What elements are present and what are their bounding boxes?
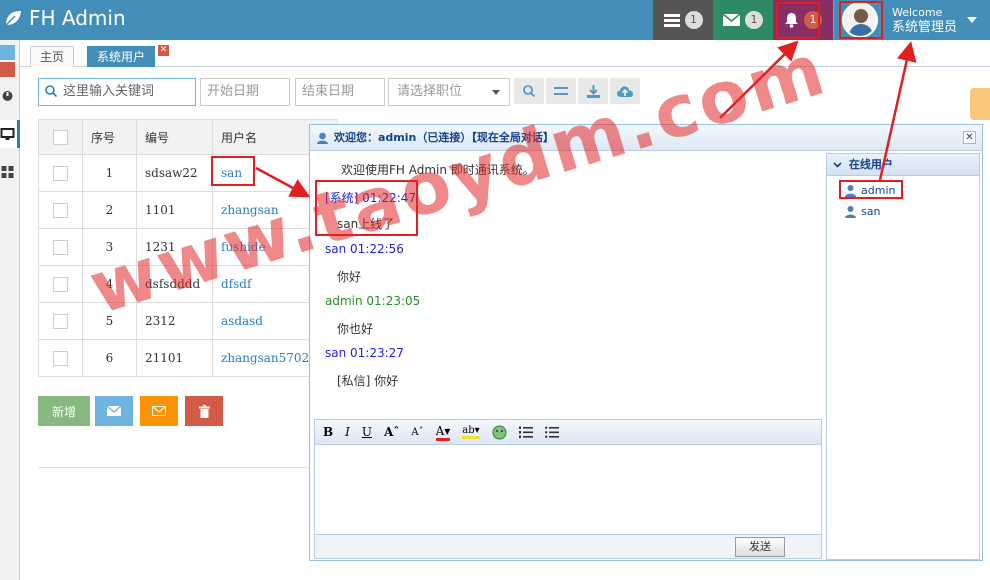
- chat-message-header: san 01:23:27: [325, 346, 404, 360]
- annotation-box-admin: [839, 180, 903, 199]
- close-icon[interactable]: ✕: [963, 131, 976, 144]
- welcome-label: Welcome: [892, 6, 943, 19]
- online-users-title: 在线用户: [827, 154, 979, 176]
- row-checkbox[interactable]: [53, 165, 68, 181]
- tasks-menu[interactable]: 1: [653, 0, 713, 40]
- start-date-input[interactable]: 开始日期: [200, 78, 290, 106]
- close-tab-icon[interactable]: ✕: [158, 45, 169, 56]
- tab-system-users[interactable]: 系统用户: [87, 46, 156, 67]
- person-icon: [845, 206, 856, 218]
- tab-home[interactable]: 主页: [30, 46, 75, 67]
- font-size-down-button[interactable]: Aˇ: [411, 427, 423, 438]
- tasks-icon: [663, 13, 680, 27]
- message-editor[interactable]: [314, 445, 822, 535]
- envelope-outline-icon: [152, 406, 166, 416]
- app-title: FH Admin: [29, 6, 126, 30]
- search-icon: [523, 85, 535, 97]
- position-select[interactable]: 请选择职位: [388, 78, 510, 106]
- username-label: 系统管理员: [892, 20, 958, 35]
- username-link[interactable]: asdasd: [221, 314, 263, 328]
- end-date-input[interactable]: 结束日期: [295, 78, 385, 106]
- caret-down-icon: [967, 17, 978, 23]
- online-user-item[interactable]: san: [844, 205, 880, 218]
- col-header-seq: 序号: [82, 119, 137, 155]
- emoticon-icon[interactable]: [492, 425, 507, 440]
- annotation-box-san: [211, 156, 255, 186]
- row-checkbox[interactable]: [53, 239, 68, 255]
- annotation-box-user: [839, 1, 883, 39]
- search-placeholder: 这里输入关键词: [63, 84, 155, 99]
- tasks-badge: 1: [684, 11, 703, 29]
- font-color-button[interactable]: A▾: [435, 424, 451, 441]
- delete-button[interactable]: [185, 396, 223, 426]
- search-button[interactable]: [514, 78, 544, 104]
- send-button[interactable]: 发送: [735, 537, 785, 557]
- brand[interactable]: FH Admin: [4, 6, 126, 30]
- position-select-label: 请选择职位: [397, 84, 463, 99]
- send-sms-button[interactable]: [140, 396, 178, 426]
- cell-seq: 6: [82, 339, 137, 377]
- table-header-row: 序号 编号 用户名: [38, 119, 338, 155]
- table-row[interactable]: 6 21101 zhangsan570256: [38, 339, 338, 377]
- row-checkbox[interactable]: [53, 350, 68, 366]
- messages-badge: 1: [745, 11, 763, 29]
- sidebar: [0, 40, 20, 580]
- italic-button[interactable]: I: [345, 425, 350, 439]
- row-checkbox[interactable]: [53, 313, 68, 329]
- send-email-button[interactable]: [95, 396, 133, 426]
- envelope-icon: [723, 14, 740, 26]
- row-checkbox[interactable]: [53, 202, 68, 218]
- col-header-code: 编号: [136, 119, 213, 155]
- online-user-label: san: [861, 205, 881, 218]
- bold-button[interactable]: B: [323, 425, 333, 439]
- settings-toggle[interactable]: [970, 88, 990, 120]
- cell-seq: 1: [82, 154, 137, 192]
- search-icon: [45, 85, 57, 97]
- dashboard-icon[interactable]: [0, 90, 15, 102]
- font-size-up-button[interactable]: Aˆ: [384, 425, 399, 439]
- add-button[interactable]: 新增: [38, 396, 90, 426]
- trash-icon: [198, 404, 210, 418]
- table-footer-divider: [38, 467, 310, 468]
- underline-button[interactable]: U: [362, 425, 372, 439]
- chat-message-text: 你好: [337, 270, 362, 284]
- online-users-panel: 在线用户 admin san: [826, 153, 980, 560]
- grid-icon[interactable]: [0, 166, 15, 178]
- unordered-list-icon[interactable]: [544, 426, 559, 439]
- chevron-down-icon: [833, 162, 842, 168]
- leaf-icon: [5, 11, 21, 26]
- chat-message-text: 你也好: [337, 322, 374, 336]
- row-checkbox[interactable]: [53, 276, 68, 292]
- envelope-icon: [107, 406, 121, 416]
- highlight-button[interactable]: ab▾: [462, 425, 480, 439]
- chat-icon: [317, 132, 328, 144]
- table-row[interactable]: 5 2312 asdasd: [38, 302, 338, 340]
- swap-icon: [554, 87, 568, 95]
- sidebar-shortcut-red[interactable]: [0, 62, 15, 77]
- cell-code: sdsaw22: [136, 154, 213, 192]
- search-input[interactable]: 这里输入关键词: [38, 78, 196, 106]
- messages-menu[interactable]: 1: [713, 0, 773, 40]
- editor-toolbar: B I U Aˆ Aˇ A▾ ab▾: [314, 419, 822, 445]
- chevron-down-icon: [492, 90, 500, 95]
- cell-code: 21101: [136, 339, 213, 377]
- chat-message-header: admin 01:23:05: [325, 294, 421, 308]
- desktop-icon[interactable]: [0, 128, 15, 140]
- sidebar-shortcut-blue[interactable]: [0, 45, 15, 60]
- chat-message-text: [私信] 你好: [337, 374, 399, 388]
- ordered-list-icon[interactable]: [518, 426, 533, 439]
- select-all-checkbox[interactable]: [53, 129, 68, 145]
- cell-seq: 2: [82, 191, 137, 229]
